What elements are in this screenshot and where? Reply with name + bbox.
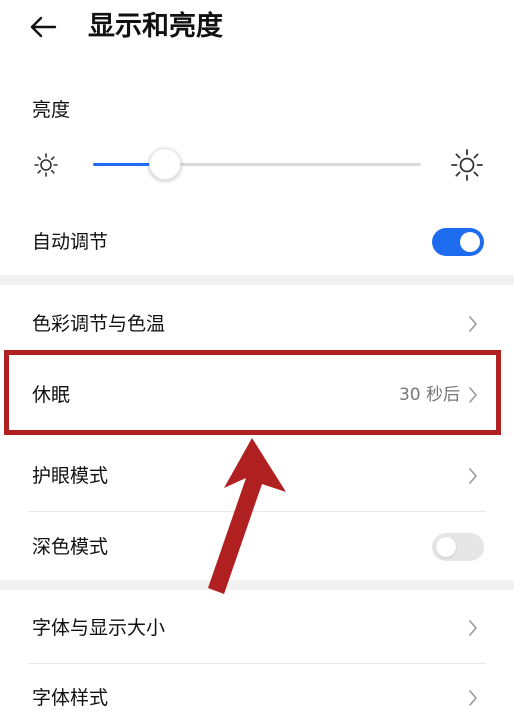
color-temperature-label: 色彩调节与色温 [32, 313, 166, 335]
brightness-slider-thumb[interactable] [149, 148, 181, 180]
sun-large-icon [451, 149, 483, 181]
display-brightness-screen: 显示和亮度 亮度 自动调节 色彩调节与色温 休眠 30 秒后 护眼模式 深色模式… [0, 0, 514, 716]
chevron-right-icon [469, 468, 477, 484]
dark-mode-label: 深色模式 [32, 536, 109, 558]
page-title: 显示和亮度 [88, 11, 223, 42]
brightness-slider-track[interactable] [93, 163, 421, 166]
sun-small-icon [34, 153, 58, 177]
toggle-knob [460, 232, 480, 252]
chevron-right-icon [469, 620, 477, 636]
font-size-label: 字体与显示大小 [32, 617, 166, 639]
dark-mode-toggle[interactable] [432, 533, 484, 561]
annotation-arrow-icon [208, 438, 286, 594]
brightness-label: 亮度 [32, 99, 71, 121]
back-button[interactable] [28, 12, 58, 42]
auto-adjust-toggle[interactable] [432, 228, 484, 256]
section-separator [0, 275, 514, 285]
chevron-right-icon [469, 690, 477, 706]
font-style-label: 字体样式 [32, 687, 109, 709]
eye-comfort-label: 护眼模式 [32, 465, 109, 487]
toggle-knob [436, 537, 456, 557]
auto-adjust-label: 自动调节 [32, 231, 109, 253]
header: 显示和亮度 [0, 0, 514, 60]
chevron-right-icon [469, 316, 477, 332]
highlight-box [4, 350, 501, 435]
back-arrow-icon [30, 16, 57, 38]
